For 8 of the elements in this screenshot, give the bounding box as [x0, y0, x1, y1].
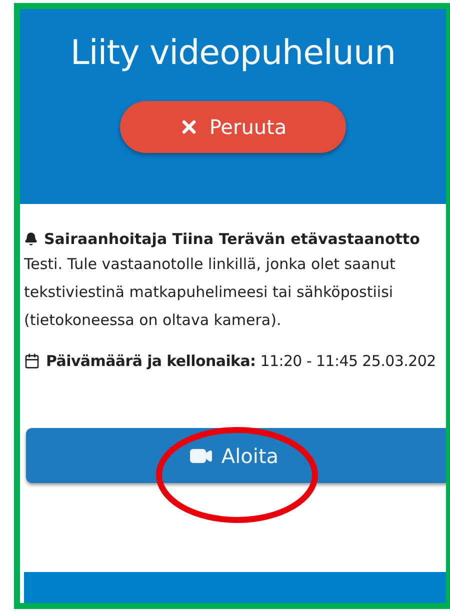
bell-icon	[24, 232, 38, 246]
cancel-button[interactable]: Peruuta	[120, 101, 346, 153]
page-title: Liity videopuheluun	[70, 33, 396, 73]
start-button[interactable]: Aloita	[26, 428, 446, 483]
appointment-description: Testi. Tule vastaanotolle linkillä, jonka olet saanut tekstiviestinä matkapuhelimeesi tai sähköpostiisi (tietokoneessa on oltava kamera).	[24, 254, 396, 331]
appointment-title: Sairaanhoitaja Tiina Terävän etävastaanotto	[44, 230, 420, 248]
calendar-icon	[24, 353, 40, 369]
date-time-text: Päivämäärä ja kellonaika: 11:20 - 11:45 25.03.202	[46, 352, 436, 370]
